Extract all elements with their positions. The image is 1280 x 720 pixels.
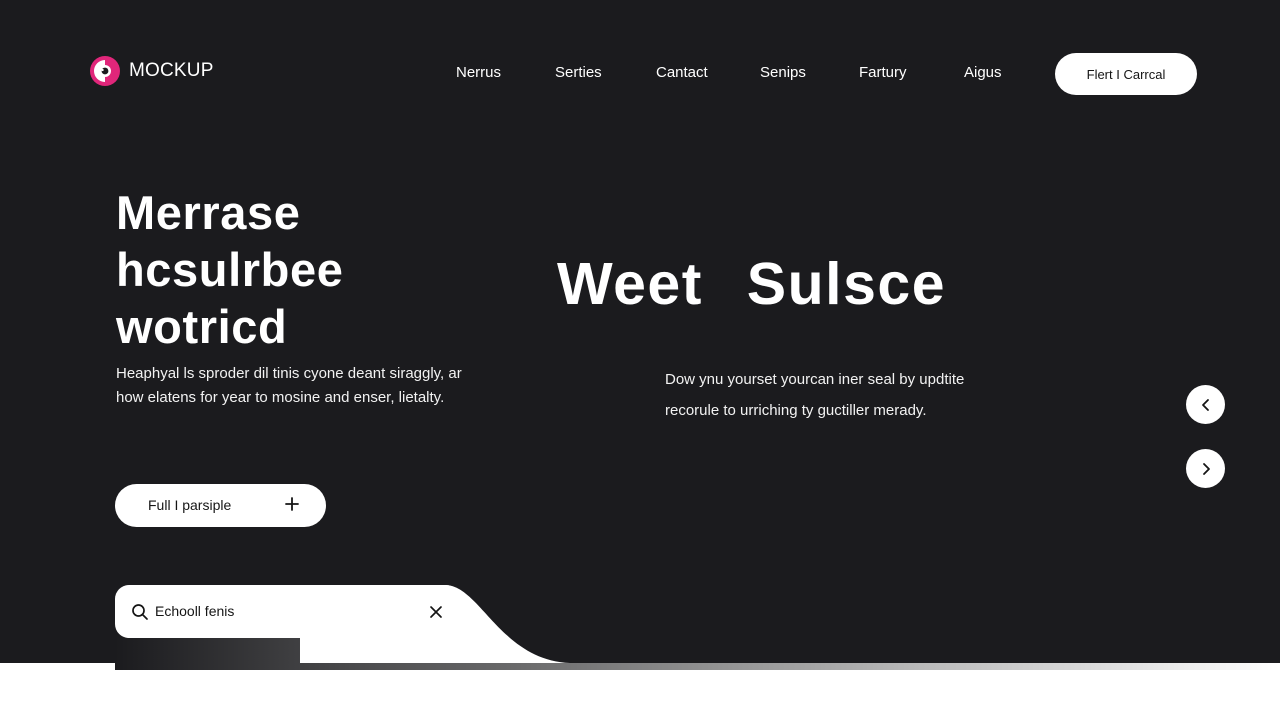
header-cta-button[interactable]: Flert I Carrcal: [1055, 53, 1197, 95]
hero-title-line: hcsulrbee: [116, 243, 344, 296]
nav-item-nerrus[interactable]: Nerrus: [456, 64, 501, 81]
hero-title-line: Merrase: [116, 186, 301, 239]
nav-item-cantact[interactable]: Cantact: [656, 64, 708, 81]
hero-description: Heaphyal ls sproder dil tinis cyone dean…: [116, 362, 496, 410]
search-icon: [132, 604, 148, 620]
feature-description: Dow ynu yourset yourcan iner seal by upd…: [665, 364, 1025, 426]
chevron-left-icon: [1201, 398, 1209, 411]
primary-action-label: Full I parsiple: [148, 497, 232, 513]
primary-action-button[interactable]: Full I parsiple: [115, 484, 326, 527]
close-icon[interactable]: [428, 604, 444, 620]
feature-title: Weet Sulsce: [557, 251, 947, 317]
search-input[interactable]: [155, 598, 405, 624]
page: MOCKUP Nerrus Serties Cantact Senips Far…: [0, 0, 1280, 720]
nav-item-senips[interactable]: Senips: [760, 64, 806, 81]
bottom-band: [0, 663, 1280, 720]
hero-title: Merrase hcsulrbee wotricd: [116, 184, 343, 355]
chevron-right-icon: [1202, 462, 1210, 475]
feature-description-line: Dow ynu yourset yourcan iner seal by upd…: [665, 371, 965, 388]
header-cta-label: Flert I Carrcal: [1086, 66, 1166, 82]
hero-description-line: Heaphyal ls sproder dil tinis cyone dean…: [116, 365, 462, 382]
nav-item-serties[interactable]: Serties: [555, 64, 602, 81]
hero-description-line: how elatens for year to mosine and enser…: [116, 389, 445, 406]
nav-item-fartury[interactable]: Fartury: [859, 64, 907, 81]
carousel-next-button[interactable]: [1186, 449, 1225, 488]
nav-item-aigus[interactable]: Aigus: [964, 64, 1002, 81]
plus-icon: [285, 494, 299, 515]
feature-description-line: recorule to urriching ty guctiller merad…: [665, 402, 927, 419]
hero-title-line: wotricd: [116, 300, 288, 353]
carousel-prev-button[interactable]: [1186, 385, 1225, 424]
search-box: [115, 585, 460, 638]
